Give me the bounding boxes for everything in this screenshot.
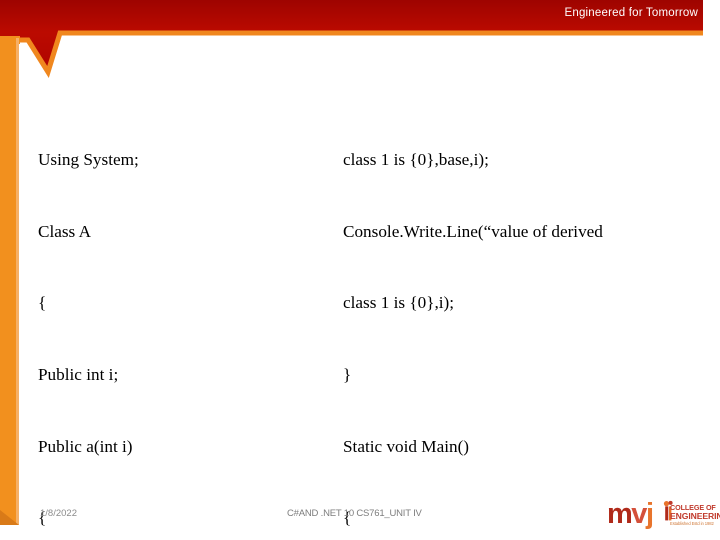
logo-engineering: ENGINEERING xyxy=(670,511,720,521)
code-line: Class A xyxy=(38,221,92,241)
code-line: Public a(int i) xyxy=(38,436,133,456)
code-line: Public int i; xyxy=(38,364,119,384)
code-line: Static void Main() xyxy=(343,436,470,456)
code-line: { xyxy=(38,293,47,313)
banner-tagline: Engineered for Tomorrow xyxy=(564,7,698,19)
code-column-left: Using System; Class A { Public int i; Pu… xyxy=(38,100,343,540)
code-column-right: class 1 is {0},base,i); Console.Write.Li… xyxy=(343,100,688,540)
logo-letter-m: m xyxy=(607,498,633,530)
slide-canvas: Engineered for Tomorrow Using System; Cl… xyxy=(0,0,720,540)
logo-letter-j: j xyxy=(645,498,654,530)
footer-course-label: C#AND .NET 10 CS761_UNIT IV xyxy=(287,508,422,519)
logo-letter-v: v xyxy=(631,498,647,530)
left-bar-edge xyxy=(16,38,19,525)
footer-date: 1/8/2022 xyxy=(40,508,77,519)
code-line: class 1 is {0},base,i); xyxy=(343,149,489,169)
code-line: class 1 is {0},i); xyxy=(343,293,455,313)
logo-wordmark: mvj xyxy=(607,498,654,530)
code-line: Using System; xyxy=(38,149,139,169)
logo-established: Established Estd in 1982 xyxy=(670,521,714,527)
code-content: Using System; Class A { Public int i; Pu… xyxy=(38,100,688,528)
banner-orange-accent xyxy=(0,30,703,78)
left-bar-main xyxy=(0,38,16,525)
code-line: } xyxy=(343,364,352,384)
left-accent-bar xyxy=(0,38,19,525)
mvj-logo: mvj COLLEGE OF ENGINEERING Established E… xyxy=(607,498,720,536)
logo-text-block: COLLEGE OF ENGINEERING Established Estd … xyxy=(670,504,720,527)
code-line: Console.Write.Line(“value of derived xyxy=(343,221,603,241)
